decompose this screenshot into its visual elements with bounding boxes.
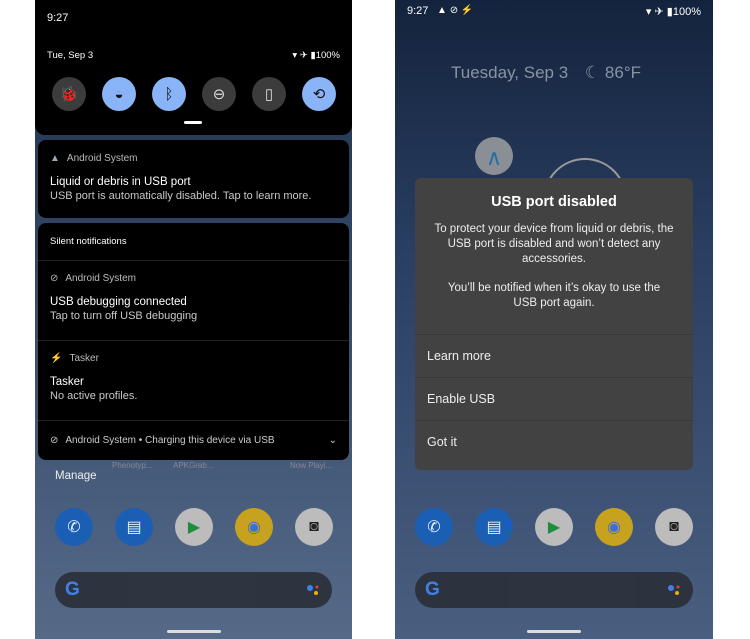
- notification-shade-screen: 9:27 Tue, Sep 3 ▾ ✈ ▮100% 🐞 ◒ ᛒ ⊖ ▯ ⟲ ▲ Androi…: [35, 0, 352, 639]
- bug-icon: 🐞: [59, 86, 79, 103]
- play-store-icon[interactable]: ▶: [175, 508, 213, 546]
- moon-icon: ☾: [584, 63, 601, 82]
- notification-app: Android System: [65, 273, 136, 284]
- status-icons: ▾ ✈ ▮100%: [646, 5, 701, 18]
- phone-icon[interactable]: ✆: [415, 508, 453, 546]
- chrome-icon[interactable]: ◉: [595, 508, 633, 546]
- status-notification-icons: ▲ ⊘ ⚡: [437, 5, 473, 16]
- usb-disabled-dialog: USB port disabled To protect your device…: [415, 178, 693, 470]
- qs-tile-do-not-disturb[interactable]: ⊖: [202, 77, 236, 111]
- home-app-label: APKGrab...: [173, 461, 214, 470]
- wifi-icon: ◒: [114, 85, 124, 103]
- quick-settings-panel: 9:27 Tue, Sep 3 ▾ ✈ ▮100% 🐞 ◒ ᛒ ⊖ ▯ ⟲: [35, 0, 352, 135]
- battery-level: 100%: [315, 50, 340, 61]
- notification-app: Android System: [66, 153, 138, 164]
- silent-header: Silent notifications: [50, 236, 127, 247]
- qs-tile-auto-rotate[interactable]: ⟲: [302, 77, 336, 111]
- status-time: 9:27: [47, 12, 69, 24]
- notification-app: Tasker: [69, 353, 99, 364]
- google-search-bar[interactable]: G: [415, 572, 693, 608]
- notification-tasker[interactable]: ⚡ Tasker Tasker No active profiles.: [38, 340, 349, 420]
- tasker-bolt-icon: ⚡: [460, 5, 474, 16]
- wifi-icon: ▾: [292, 50, 298, 61]
- messages-icon[interactable]: ▤: [115, 508, 153, 546]
- tasker-bolt-icon: ⚡: [50, 353, 63, 364]
- notification-text: Tap to turn off USB debugging: [50, 310, 198, 322]
- home-gesture-bar[interactable]: [527, 630, 581, 633]
- got-it-button[interactable]: Got it: [415, 420, 693, 463]
- chrome-icon[interactable]: ◉: [235, 508, 273, 546]
- notification-title: Liquid or debris in USB port: [50, 176, 191, 188]
- google-g-icon: G: [65, 579, 80, 600]
- home-gesture-bar[interactable]: [166, 630, 221, 633]
- warning-icon: ▲: [50, 153, 60, 164]
- at-a-glance-widget[interactable]: Tuesday, Sep 3 ☾ 86°F: [451, 63, 641, 83]
- usb-icon: ⊘: [50, 435, 59, 446]
- flashlight-icon: ▯: [264, 86, 274, 103]
- silent-notifications-group: Silent notifications ⊘ Android System USB…: [38, 223, 349, 460]
- camera-icon[interactable]: ◙: [655, 508, 693, 546]
- qs-status-icons: ▾ ✈ ▮100%: [292, 50, 340, 61]
- airplane-icon: ✈: [654, 6, 664, 18]
- battery-level: 100%: [672, 6, 701, 18]
- messages-icon[interactable]: ▤: [475, 508, 513, 546]
- dialog-body-note: You’ll be notified when it’s okay to use…: [447, 282, 661, 309]
- assistant-icon: [668, 585, 680, 595]
- auto-rotate-icon: ⟲: [312, 86, 326, 103]
- play-store-icon[interactable]: ▶: [535, 508, 573, 546]
- usb-debug-icon: ⊘: [449, 5, 459, 16]
- notification-title: USB debugging connected: [50, 296, 187, 308]
- do-not-disturb-icon: ⊖: [212, 86, 226, 103]
- glance-weather: 86°F: [604, 63, 641, 82]
- glance-date: Tuesday, Sep 3: [451, 63, 569, 82]
- warning-icon: ▲: [437, 5, 447, 16]
- notification-title: Tasker: [50, 376, 84, 388]
- airplane-icon: ✈: [299, 50, 308, 61]
- notification-text: USB port is automatically disabled. Tap …: [50, 190, 312, 202]
- android-auto-icon[interactable]: ∧: [475, 137, 513, 175]
- qs-tile-bug[interactable]: 🐞: [52, 77, 86, 111]
- manage-button[interactable]: Manage: [55, 470, 97, 482]
- dialog-body: To protect your device from liquid or de…: [434, 223, 674, 265]
- home-screen-with-dialog: 9:27 ▲ ⊘ ⚡ ▾ ✈ ▮100% Tuesday, Sep 3 ☾ 86…: [395, 0, 713, 639]
- bluetooth-icon: ᛒ: [164, 85, 174, 103]
- notification-charging[interactable]: ⊘ Android System • Charging this device v…: [38, 420, 349, 460]
- drag-handle[interactable]: [184, 121, 202, 124]
- camera-icon[interactable]: ◙: [295, 508, 333, 546]
- expand-chevron-icon[interactable]: ⌄: [329, 435, 337, 446]
- qs-tile-wifi[interactable]: ◒: [102, 77, 136, 111]
- notification-summary: Android System • Charging this device vi…: [65, 435, 275, 446]
- status-time: 9:27: [407, 5, 429, 17]
- qs-tile-flashlight[interactable]: ▯: [252, 77, 286, 111]
- learn-more-button[interactable]: Learn more: [415, 334, 693, 377]
- google-search-bar[interactable]: G: [55, 572, 332, 608]
- wifi-icon: ▾: [645, 6, 652, 18]
- google-g-icon: G: [425, 579, 440, 600]
- assistant-icon: [307, 585, 319, 595]
- phone-icon[interactable]: ✆: [55, 508, 93, 546]
- dialog-title: USB port disabled: [491, 194, 617, 210]
- qs-tile-bluetooth[interactable]: ᛒ: [152, 77, 186, 111]
- usb-debug-icon: ⊘: [50, 273, 59, 284]
- qs-date[interactable]: Tue, Sep 3: [47, 50, 93, 61]
- home-app-label: Phenotyp...: [112, 461, 153, 470]
- home-app-label: Now Playi...: [290, 461, 333, 470]
- notification-liquid-usb[interactable]: ▲ Android System Liquid or debris in USB …: [38, 140, 349, 218]
- notification-usb-debugging[interactable]: ⊘ Android System USB debugging connected …: [38, 260, 349, 340]
- notification-text: No active profiles.: [50, 390, 138, 402]
- enable-usb-button[interactable]: Enable USB: [415, 377, 693, 420]
